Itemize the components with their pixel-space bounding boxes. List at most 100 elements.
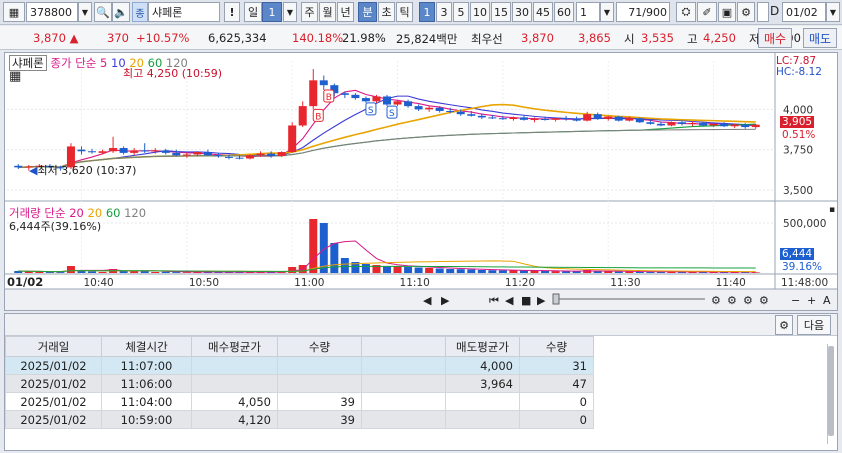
price-value: 3,870 xyxy=(33,31,66,45)
tool3-icon[interactable]: ⚙ xyxy=(743,294,753,307)
col-buy-qty[interactable]: 수량 xyxy=(277,336,362,357)
chart-menu-icon[interactable]: ▦ xyxy=(3,2,25,22)
chart-panel[interactable]: 3,500 3,750 4,000 500,000 10:40 10:50 11:00 11:… xyxy=(4,52,838,311)
candle-body xyxy=(140,150,149,152)
zoom-in-icon[interactable]: + xyxy=(807,294,816,307)
candle-body xyxy=(193,152,202,155)
save-icon[interactable]: ▣ xyxy=(718,2,736,22)
cell-blank xyxy=(361,374,446,393)
next-button[interactable]: 다음 xyxy=(797,315,831,335)
interval-15-button[interactable]: 15 xyxy=(491,2,511,22)
volume-ratio: 140.18% xyxy=(292,31,344,45)
count-field[interactable]: 71/900 xyxy=(616,2,670,22)
play-icon[interactable]: ▶ xyxy=(537,294,546,307)
tool4-icon[interactable]: ⚙ xyxy=(759,294,769,307)
period-year-button[interactable]: 년 xyxy=(337,2,354,22)
candle-body xyxy=(161,150,170,153)
buy-button[interactable]: 매수 xyxy=(758,28,792,48)
tool1-icon[interactable]: ⚙ xyxy=(711,294,721,307)
candle-body xyxy=(14,165,23,168)
marker-label: S xyxy=(368,106,374,116)
interval-3-button[interactable]: 3 xyxy=(436,2,452,22)
sell-button[interactable]: 매도 xyxy=(803,28,837,48)
period-day-button[interactable]: 일 xyxy=(244,2,262,22)
trade-table: 거래일 체결시간 매수평균가 수량 매도평균가 수량 2025/01/02 11… xyxy=(5,336,594,429)
date-input[interactable]: 01/02 xyxy=(782,2,826,22)
price-tick-label: 3,500 xyxy=(783,185,813,197)
period-second-button[interactable]: 초 xyxy=(378,2,395,22)
cell-buy-avg: 4,050 xyxy=(191,392,278,411)
search-icon[interactable]: 🔍 xyxy=(94,2,112,22)
toolbar: ▦ 378800 ▼ 🔍 🔈 종 샤페론 ! 일 1 ▼ 주 월 년 분 초 틱… xyxy=(0,0,842,25)
zoom-slider-thumb[interactable] xyxy=(552,293,560,305)
alert-icon[interactable]: ! xyxy=(224,2,240,22)
gear-icon[interactable]: ⚙ xyxy=(737,2,755,22)
interval-5-button[interactable]: 5 xyxy=(453,2,469,22)
volume-bar xyxy=(119,271,128,273)
col-sell-qty[interactable]: 수량 xyxy=(519,336,594,357)
table-settings-icon[interactable]: ⚙ xyxy=(775,315,793,335)
candle-body xyxy=(593,114,602,120)
interval-dropdown-icon[interactable]: ▼ xyxy=(600,2,614,22)
table-row[interactable]: 2025/01/02 11:04:00 4,050 39 0 xyxy=(5,392,594,411)
speaker-icon[interactable]: 🔈 xyxy=(112,2,130,22)
candle-body xyxy=(551,118,560,120)
chart-canvas[interactable]: 3,500 3,750 4,000 500,000 10:40 10:50 11:00 11:… xyxy=(5,53,837,310)
candle-body xyxy=(351,94,360,99)
interval-10-button[interactable]: 10 xyxy=(470,2,490,22)
candle-body xyxy=(414,106,423,110)
cell-date: 2025/01/02 xyxy=(5,356,102,375)
stock-name-field[interactable]: 샤페론 xyxy=(148,2,220,22)
candle-body xyxy=(319,80,328,86)
table-row[interactable]: 2025/01/02 11:07:00 4,000 31 xyxy=(5,356,594,375)
close-pane-icon[interactable]: ▪ xyxy=(829,205,835,215)
marker-label: B xyxy=(326,93,332,103)
scroll-right-icon[interactable]: ▶ xyxy=(441,294,450,307)
volume-bar xyxy=(593,271,602,273)
period-num-field[interactable]: 1 xyxy=(262,2,282,22)
date-dropdown-icon[interactable]: ▼ xyxy=(826,2,840,22)
best-price-label: 최우선 xyxy=(471,32,503,46)
cell-date: 2025/01/02 xyxy=(5,374,102,393)
interval-30-button[interactable]: 30 xyxy=(512,2,532,22)
table-row[interactable]: 2025/01/02 11:06:00 3,964 47 xyxy=(5,374,594,393)
grid-icon[interactable]: ▦ xyxy=(9,69,21,84)
first-icon[interactable]: ⏮ xyxy=(489,294,499,307)
vol-ma120-legend: 120 xyxy=(124,206,147,220)
turnover: 21.98% xyxy=(342,31,386,45)
interval-45-button[interactable]: 45 xyxy=(533,2,553,22)
date-checkbox[interactable] xyxy=(757,2,769,22)
price-change-pct: +10.57% xyxy=(136,31,190,45)
prev-icon[interactable]: ◀ xyxy=(505,294,514,307)
volume-bar xyxy=(130,271,139,273)
period-week-button[interactable]: 주 xyxy=(301,2,318,22)
scroll-left-icon[interactable]: ◀ xyxy=(423,294,432,307)
period-tick-button[interactable]: 틱 xyxy=(396,2,413,22)
interval-1-button[interactable]: 1 xyxy=(419,2,435,22)
period-month-button[interactable]: 월 xyxy=(319,2,336,22)
code-dropdown-icon[interactable]: ▼ xyxy=(78,2,92,22)
period-minute-button[interactable]: 분 xyxy=(358,2,377,22)
table-scrollbar[interactable] xyxy=(827,344,834,444)
stock-code-input[interactable]: 378800 xyxy=(26,2,78,22)
zoom-out-icon[interactable]: − xyxy=(791,294,800,307)
col-trade-date[interactable]: 거래일 xyxy=(5,336,102,357)
col-sell-avg[interactable]: 매도평균가 xyxy=(445,336,520,357)
time-tick-label: 11:20 xyxy=(505,277,535,289)
col-exec-time[interactable]: 체결시간 xyxy=(101,336,192,357)
candle-settings-icon[interactable]: ⛭ xyxy=(676,2,696,22)
volume-bar xyxy=(519,270,528,273)
col-buy-avg[interactable]: 매수평균가 xyxy=(191,336,278,357)
candle-body xyxy=(309,80,318,107)
scroll-thumb[interactable] xyxy=(828,346,834,436)
chart-tools-icon[interactable]: ✐ xyxy=(697,2,717,22)
tool2-icon[interactable]: ⚙ xyxy=(727,294,737,307)
period-dropdown-icon[interactable]: ▼ xyxy=(283,2,297,22)
table-row[interactable]: 2025/01/02 10:59:00 4,120 39 0 xyxy=(5,410,594,429)
font-icon[interactable]: A xyxy=(823,294,831,307)
cell-sell-avg: 3,964 xyxy=(445,374,520,393)
stop-icon[interactable]: ■ xyxy=(521,294,531,307)
volume-bar xyxy=(446,269,455,273)
interval-select[interactable]: 1 xyxy=(576,2,600,22)
interval-60-button[interactable]: 60 xyxy=(554,2,574,22)
